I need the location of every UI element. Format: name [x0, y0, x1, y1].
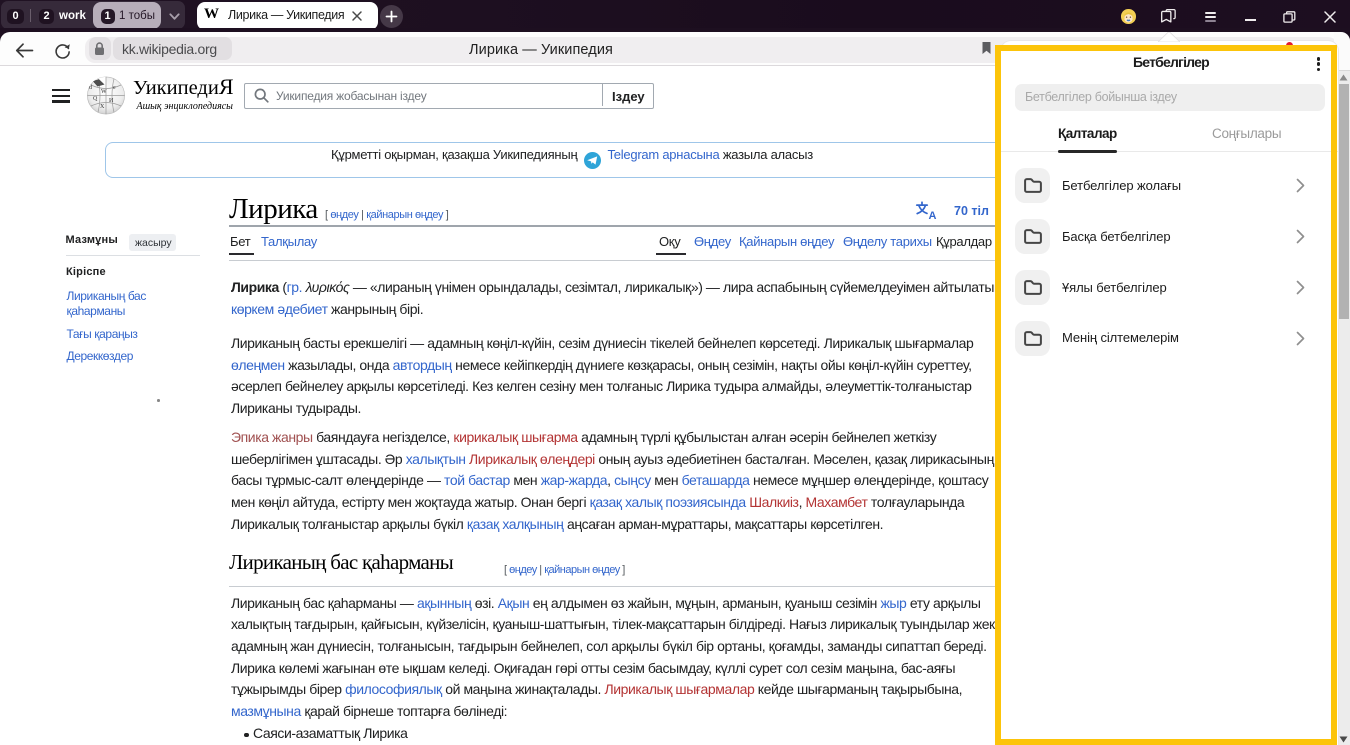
- svg-text:X: X: [100, 104, 105, 110]
- svg-text:W: W: [101, 89, 107, 95]
- svg-text:A: A: [929, 210, 937, 220]
- svg-text:e: e: [113, 85, 116, 91]
- svg-text:d: d: [89, 85, 92, 91]
- svg-text:Q: Q: [93, 96, 98, 102]
- svg-text:И: И: [109, 98, 114, 104]
